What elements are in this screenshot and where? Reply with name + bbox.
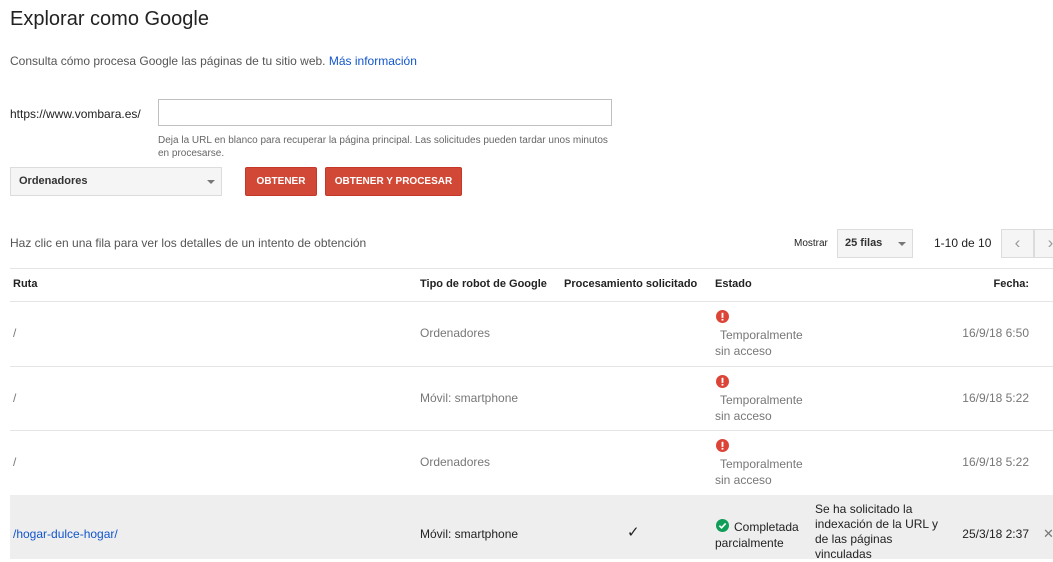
status-line-1: Completada — [734, 520, 799, 534]
chevron-right-icon: › — [1047, 233, 1053, 252]
fetch-and-render-button[interactable]: OBTENER Y PROCESAR — [325, 167, 462, 196]
device-select-value: Ordenadores — [19, 175, 88, 187]
status-line-2: sin acceso — [715, 409, 772, 423]
table-hint: Haz clic en una fila para ver los detall… — [10, 236, 367, 250]
row-status: Temporalmente sin acceso — [715, 327, 803, 359]
row-note: Se ha solicitado la indexación de la URL… — [815, 502, 938, 561]
status-line-1: Temporalmente — [720, 457, 803, 471]
row-path: / — [13, 455, 17, 469]
row-date: 16/9/18 6:50 — [962, 326, 1029, 340]
column-header-bot-type[interactable]: Tipo de robot de Google — [420, 278, 547, 290]
page-title: Explorar como Google — [10, 8, 209, 30]
row-status: Completada parcialmente — [715, 519, 799, 551]
page-subtitle: Consulta cómo procesa Google las páginas… — [10, 54, 417, 68]
rows-per-page-select[interactable]: 25 filas — [837, 229, 913, 258]
column-header-status[interactable]: Estado — [715, 278, 752, 290]
error-circle-icon — [716, 375, 729, 388]
previous-page-button[interactable]: ‹ — [1001, 229, 1034, 258]
table-row[interactable]: / Ordenadores Temporalmente sin acceso 1… — [10, 431, 1053, 495]
row-date: 16/9/18 5:22 — [962, 455, 1029, 469]
url-help-text: Deja la URL en blanco para recuperar la … — [158, 135, 608, 159]
pagination-range: 1-10 de 10 — [934, 236, 992, 250]
status-line-2: parcialmente — [715, 536, 784, 550]
table-row[interactable]: / Móvil: smartphone Temporalmente sin ac… — [10, 367, 1053, 431]
url-prefix: https://www.vombara.es/ — [10, 107, 141, 121]
row-path: / — [13, 326, 17, 340]
column-header-path[interactable]: Ruta — [13, 278, 37, 290]
row-status: Temporalmente sin acceso — [715, 392, 803, 424]
url-input[interactable] — [158, 99, 612, 126]
column-header-date[interactable]: Fecha: — [994, 278, 1029, 290]
row-bot-type: Móvil: smartphone — [420, 527, 519, 541]
row-date: 16/9/18 5:22 — [962, 391, 1029, 405]
status-line-2: sin acceso — [715, 473, 772, 487]
table-top-divider — [10, 268, 1053, 269]
subtitle-text: Consulta cómo procesa Google las páginas… — [10, 54, 326, 68]
row-path: / — [13, 391, 17, 405]
check-icon: ✓ — [627, 524, 640, 541]
status-line-1: Temporalmente — [720, 393, 803, 407]
more-info-link[interactable]: Más información — [329, 54, 417, 68]
error-circle-icon — [716, 310, 729, 323]
row-bot-type: Móvil: smartphone — [420, 391, 519, 405]
row-path-link[interactable]: /hogar-dulce-hogar/ — [13, 527, 118, 541]
chevron-down-icon — [898, 242, 906, 246]
chevron-left-icon: ‹ — [1014, 233, 1021, 252]
device-select[interactable]: Ordenadores — [10, 167, 222, 196]
chevron-down-icon — [207, 180, 215, 184]
table-row-selected[interactable]: /hogar-dulce-hogar/ Móvil: smartphone ✓ … — [10, 495, 1053, 561]
row-status: Temporalmente sin acceso — [715, 456, 803, 488]
table-row[interactable]: / Ordenadores Temporalmente sin acceso 1… — [10, 302, 1053, 366]
row-bot-type: Ordenadores — [420, 326, 491, 340]
status-line-1: Temporalmente — [720, 328, 803, 342]
rows-per-page-value: 25 filas — [845, 237, 883, 249]
fetch-button[interactable]: OBTENER — [245, 167, 317, 196]
next-page-button[interactable]: › — [1034, 229, 1053, 258]
row-bot-type: Ordenadores — [420, 455, 491, 469]
close-icon[interactable]: ✕ — [1043, 526, 1053, 542]
error-circle-icon — [716, 439, 729, 452]
status-line-2: sin acceso — [715, 344, 772, 358]
show-label: Mostrar — [794, 238, 828, 249]
row-date: 25/3/18 2:37 — [962, 527, 1029, 541]
column-header-render[interactable]: Procesamiento solicitado — [564, 278, 697, 290]
